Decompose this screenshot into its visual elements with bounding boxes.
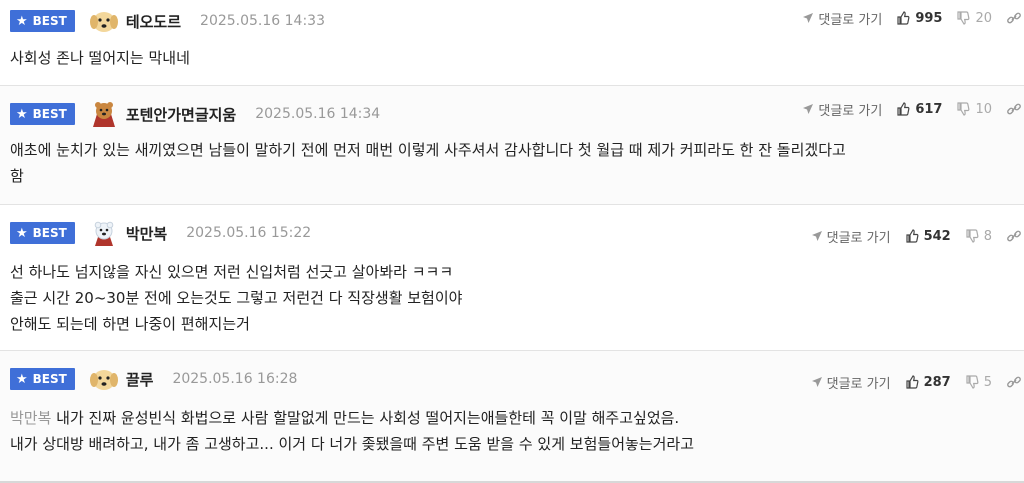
send-icon: [803, 104, 814, 114]
comment-nickname[interactable]: 끌루: [126, 369, 154, 390]
comment-date: 2025.05.16 16:28: [172, 371, 298, 387]
comment-actions: 댓글로 가기 287 5: [811, 372, 1024, 392]
like-button[interactable]: 287: [905, 375, 951, 390]
comment-nickname[interactable]: 포텐안가면글지움: [126, 104, 236, 125]
mention-link[interactable]: 박만복: [10, 409, 51, 427]
puppy-icon[interactable]: [88, 6, 120, 36]
comment-text: 박만복 내가 진짜 윤성빈식 화법으로 사람 할말없게 만드는 사회성 떨어지는…: [10, 409, 694, 453]
puppy-icon[interactable]: [88, 364, 120, 394]
comment-nickname[interactable]: 박만복: [126, 223, 167, 244]
bear-cape-icon[interactable]: [88, 99, 120, 129]
star-icon: ★: [16, 225, 28, 241]
go-to-reply-button[interactable]: 댓글로 가기: [811, 373, 891, 392]
star-icon: ★: [16, 371, 28, 387]
thumbs-down-icon: [966, 229, 979, 243]
send-icon: [811, 377, 822, 387]
thumbs-up-icon: [897, 11, 910, 25]
star-icon: ★: [16, 106, 28, 122]
go-to-reply-button[interactable]: 댓글로 가기: [802, 9, 882, 28]
comment-actions: 댓글로 가기 617 10: [802, 99, 1024, 119]
comment-text: 애초에 눈치가 있는 새끼였으면 남들이 말하기 전에 먼저 매번 이렇게 사주…: [10, 141, 846, 185]
best-badge: ★ BEST: [10, 222, 75, 244]
link-icon[interactable]: [1006, 228, 1024, 244]
comment-date: 2025.05.16 14:33: [200, 13, 325, 29]
like-button[interactable]: 995: [896, 11, 942, 26]
go-to-reply-button[interactable]: 댓글로 가기: [811, 227, 891, 246]
best-badge: ★ BEST: [10, 368, 75, 390]
dislike-button[interactable]: 20: [956, 11, 992, 26]
thumbs-up-icon: [905, 375, 919, 389]
dislike-button[interactable]: 10: [956, 102, 992, 117]
go-to-reply-button[interactable]: 댓글로 가기: [802, 100, 882, 119]
polar-bear-icon[interactable]: [88, 218, 120, 248]
comment-item: ★ BEST 끌루 2025.05.16 16:28 박만복 내가 진짜 윤성빈식…: [0, 351, 1024, 483]
thumbs-up-icon: [905, 229, 919, 243]
best-comment-list: ★ BEST 테오도르 2025.05.16 14:33 댓글로 가기 995 2…: [0, 0, 1024, 483]
send-icon: [803, 13, 814, 23]
comment-item: ★ BEST 박만복 2025.05.16 15:22 선 하나도 넘지않을 자신…: [0, 205, 1024, 351]
comment-item: ★ BEST 포텐안가면글지움 2025.05.16 14:34 애초에 눈치가 …: [0, 86, 1024, 205]
thumbs-down-icon: [966, 375, 979, 389]
thumbs-down-icon: [957, 11, 970, 25]
comment-header: ★ BEST 끌루 2025.05.16 16:28: [10, 366, 297, 392]
thumbs-up-icon: [897, 102, 910, 116]
like-button[interactable]: 542: [905, 229, 951, 244]
comment-nickname[interactable]: 테오도르: [126, 11, 181, 32]
like-button[interactable]: 617: [896, 102, 942, 117]
dislike-button[interactable]: 5: [965, 375, 992, 390]
send-icon: [811, 231, 822, 241]
link-icon[interactable]: [1006, 374, 1024, 390]
comment-header: ★ BEST 박만복 2025.05.16 15:22: [10, 220, 311, 246]
comment-date: 2025.05.16 15:22: [186, 225, 312, 241]
comment-header: ★ BEST 테오도르 2025.05.16 14:33: [10, 8, 325, 34]
comment-text: 사회성 존나 떨어지는 막내네: [10, 49, 190, 67]
best-badge: ★ BEST: [10, 10, 75, 32]
link-icon[interactable]: [1006, 10, 1024, 26]
thumbs-down-icon: [957, 102, 970, 116]
comment-actions: 댓글로 가기 995 20: [802, 8, 1024, 28]
comment-item: ★ BEST 테오도르 2025.05.16 14:33 댓글로 가기 995 2…: [0, 0, 1024, 86]
comment-date: 2025.05.16 14:34: [255, 106, 381, 122]
comment-text: 선 하나도 넘지않을 자신 있으면 저런 신입처럼 선긋고 살아봐라 ㅋㅋㅋ 출…: [10, 263, 463, 333]
link-icon[interactable]: [1006, 101, 1024, 117]
best-badge: ★ BEST: [10, 103, 75, 125]
comment-header: ★ BEST 포텐안가면글지움 2025.05.16 14:34: [10, 101, 380, 127]
dislike-button[interactable]: 8: [965, 229, 992, 244]
star-icon: ★: [16, 13, 28, 29]
comment-actions: 댓글로 가기 542 8: [811, 226, 1024, 246]
